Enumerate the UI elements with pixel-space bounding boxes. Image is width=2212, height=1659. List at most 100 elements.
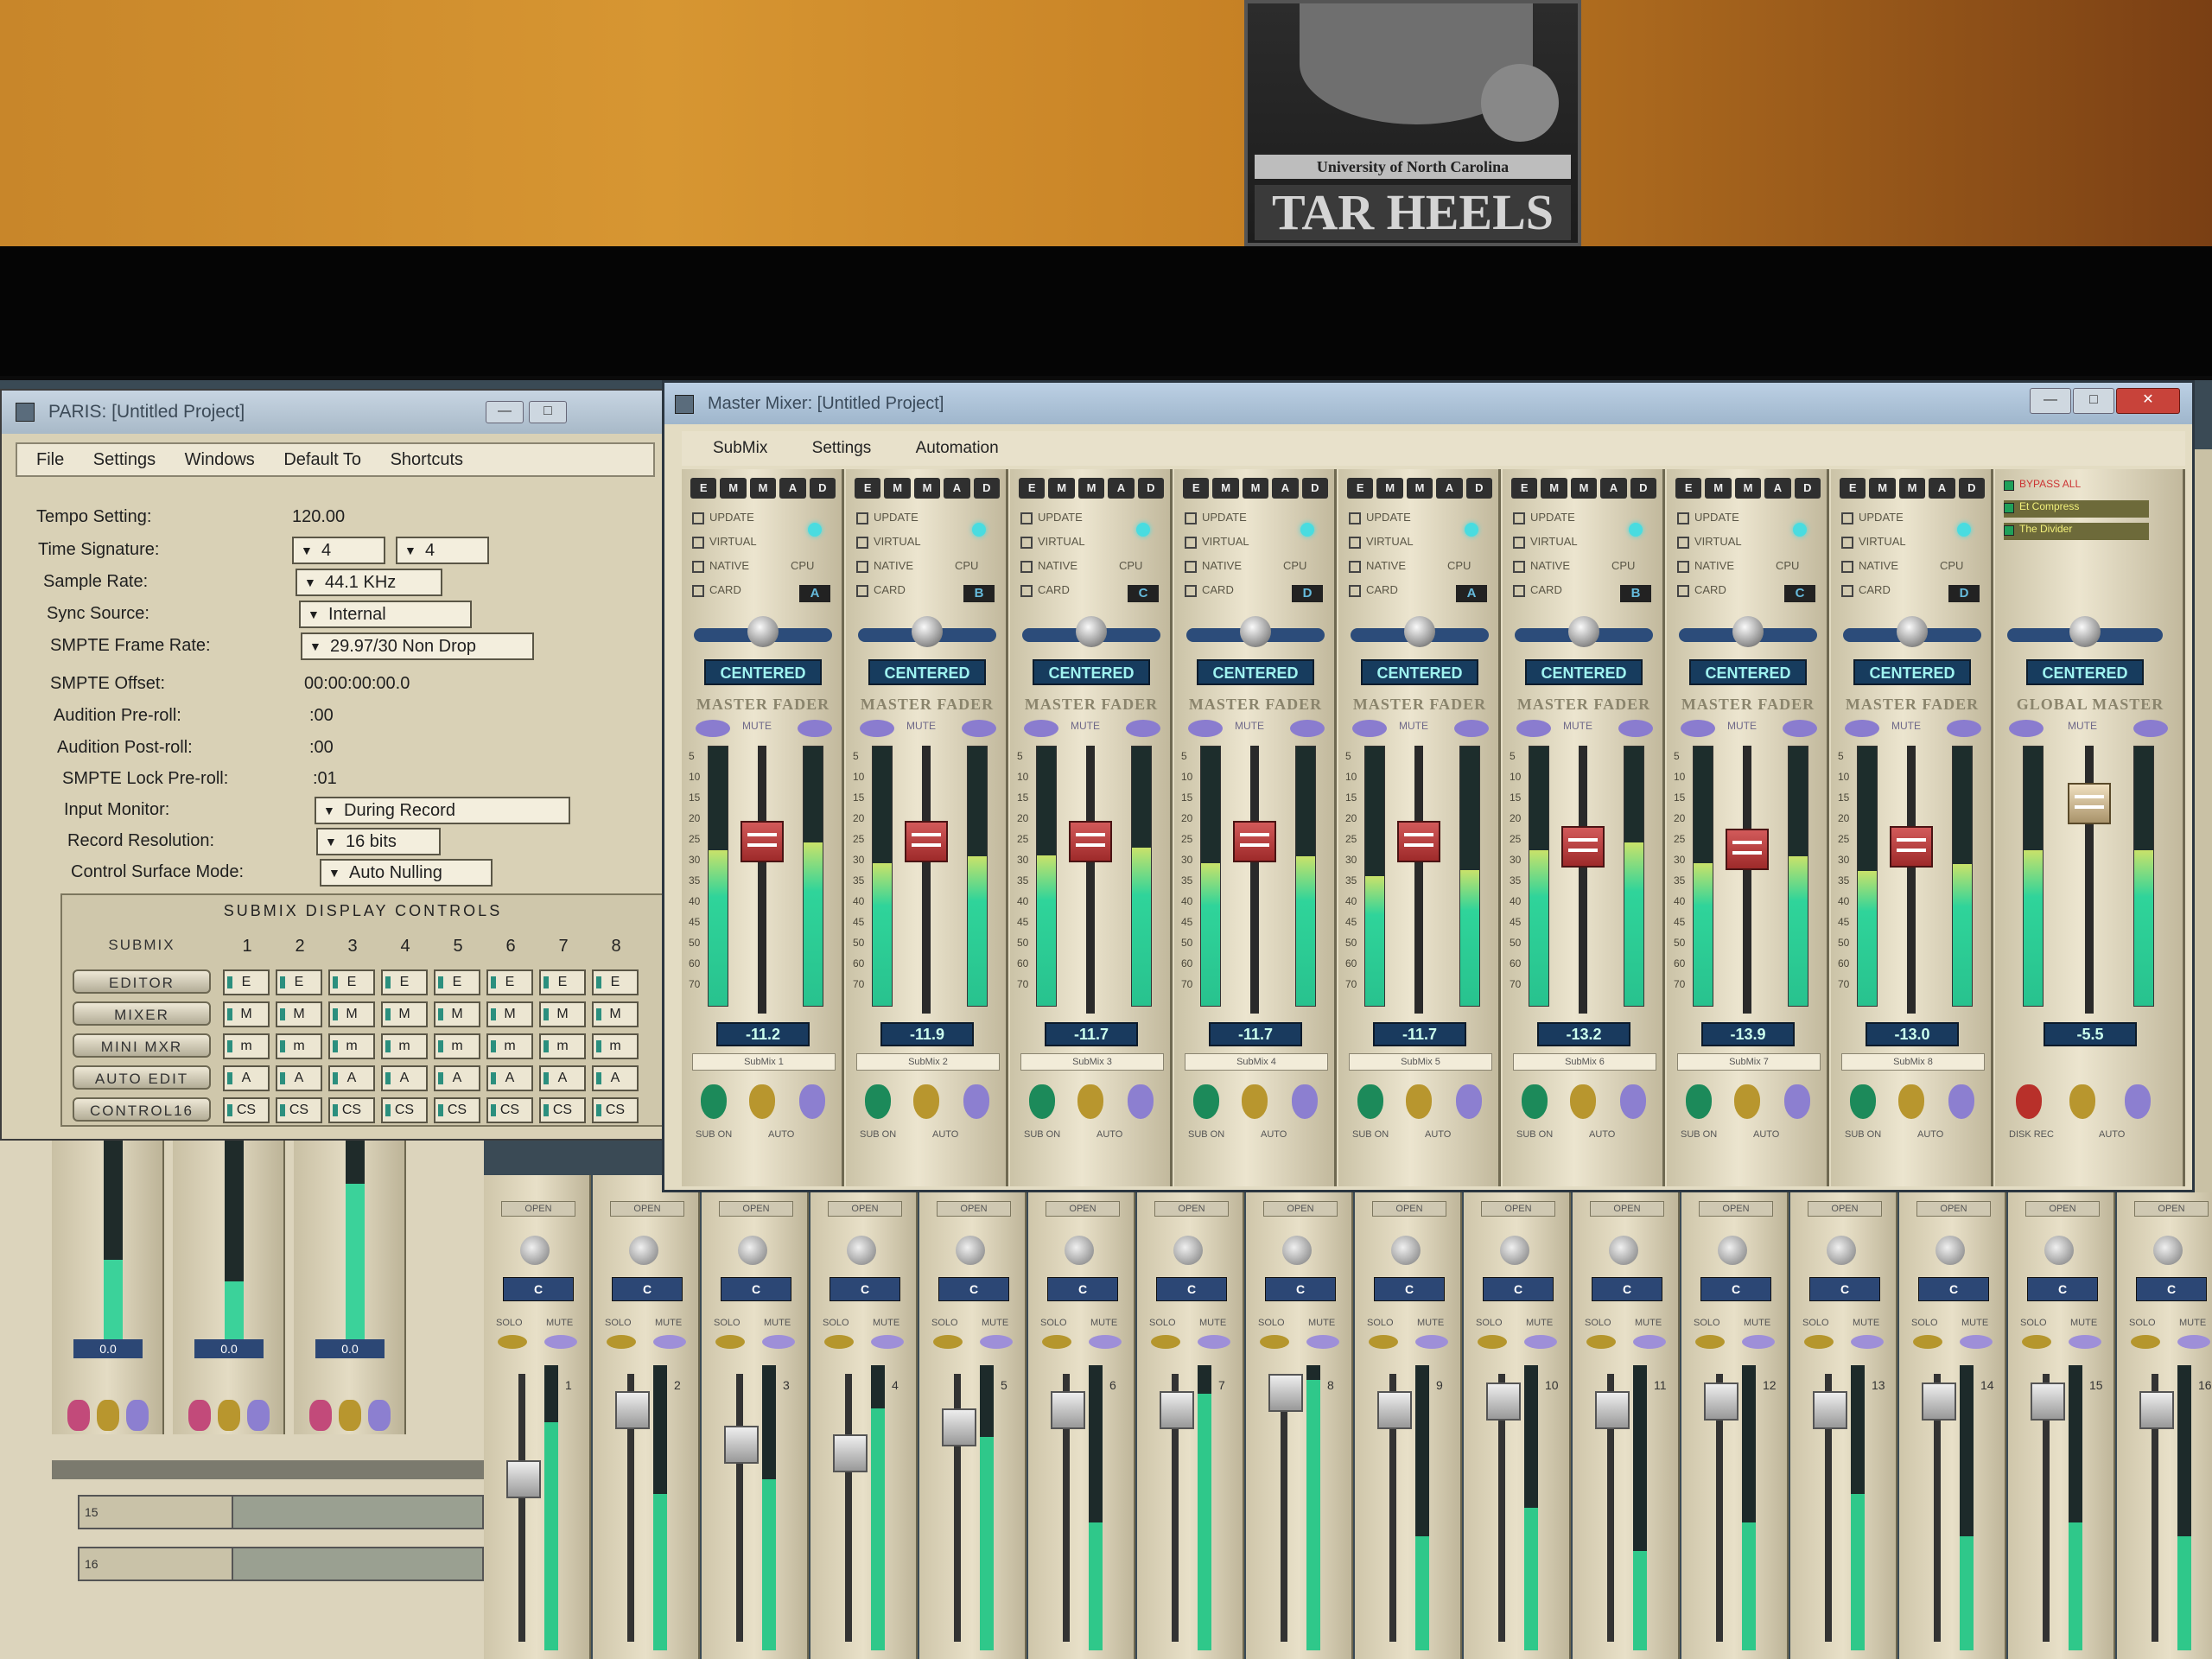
auto-knob-2[interactable] [1948,1084,1974,1119]
emmad-button[interactable]: M [1048,478,1075,499]
emmad-button[interactable]: A [1929,478,1955,499]
auto-knob-1[interactable] [913,1084,939,1119]
submix-row-mixer-button[interactable]: MIXER [73,1001,211,1026]
option-native-checkbox[interactable]: NATIVE [1513,559,1570,573]
fader-track[interactable] [1743,746,1751,1014]
mute-button-left[interactable] [1845,720,1879,737]
option-card-checkbox[interactable]: CARD [1349,583,1398,597]
solo-button[interactable] [1151,1335,1180,1349]
fader-track[interactable] [845,1374,852,1642]
solo-button[interactable] [933,1335,963,1349]
emmad-button[interactable]: M [1898,478,1926,499]
solo-knob[interactable] [339,1400,361,1431]
paris-titlebar[interactable]: PARIS: [Untitled Project] — □ [2,391,681,434]
mute-button[interactable] [544,1335,577,1349]
open-button[interactable]: OPEN [1263,1201,1338,1217]
submix-toggle[interactable]: M [434,1001,480,1027]
rec-knob[interactable] [309,1400,332,1431]
fader-handle[interactable] [1233,820,1276,862]
submix-toggle[interactable]: CS [434,1097,480,1123]
emmad-button[interactable]: M [1705,478,1732,499]
mute-button[interactable] [1415,1335,1448,1349]
global-list-item[interactable]: BYPASS ALL [2004,478,2149,495]
submix-toggle[interactable]: A [486,1065,533,1091]
option-card-checkbox[interactable]: CARD [1185,583,1234,597]
submix-toggle[interactable]: m [592,1033,639,1059]
mute-knob[interactable] [247,1400,270,1431]
emmad-button[interactable]: A [944,478,970,499]
option-native-checkbox[interactable]: NATIVE [1677,559,1734,573]
mute-button[interactable] [1198,1335,1230,1349]
menu-file[interactable]: File [36,450,64,469]
maximize-button[interactable]: □ [529,401,567,423]
mute-knob[interactable] [368,1400,391,1431]
mute-button-left[interactable] [1352,720,1387,737]
fader-handle[interactable] [905,820,948,862]
emmad-button[interactable]: D [1630,478,1657,499]
emmad-button[interactable]: A [779,478,806,499]
open-button[interactable]: OPEN [1916,1201,1991,1217]
pan-knob[interactable] [629,1236,658,1265]
open-button[interactable]: OPEN [501,1201,575,1217]
card-letter[interactable]: C [1128,585,1159,602]
setting-dropdown[interactable]: ▼ 29.97/30 Non Drop [301,632,534,660]
pan-knob[interactable] [1173,1236,1203,1265]
maximize-button[interactable]: □ [2073,388,2114,414]
disk-rec-knob[interactable] [2016,1084,2042,1119]
solo-button[interactable] [498,1335,527,1349]
option-virtual-checkbox[interactable]: VIRTUAL [856,535,921,549]
emmad-button[interactable]: M [720,478,747,499]
auto-knob-1[interactable] [749,1084,775,1119]
submix-toggle[interactable]: CS [381,1097,428,1123]
fader-handle[interactable] [2139,1391,2174,1429]
option-virtual-checkbox[interactable]: VIRTUAL [1841,535,1906,549]
option-native-checkbox[interactable]: NATIVE [1020,559,1077,573]
option-update-checkbox[interactable]: UPDATE [1677,511,1739,524]
option-virtual-checkbox[interactable]: VIRTUAL [1513,535,1578,549]
emmad-button[interactable]: E [690,478,717,499]
emmad-button[interactable]: D [973,478,1001,499]
option-native-checkbox[interactable]: NATIVE [856,559,913,573]
fader-track[interactable] [1414,746,1423,1014]
mute-button[interactable] [1851,1335,1884,1349]
pan-knob[interactable] [1391,1236,1421,1265]
fader-handle[interactable] [833,1434,868,1472]
option-update-checkbox[interactable]: UPDATE [1841,511,1904,524]
fader-handle[interactable] [1922,1382,1956,1421]
track-header[interactable]: 15 [78,1495,233,1529]
pan-knob[interactable] [1568,616,1599,647]
pan-knob[interactable] [1827,1236,1856,1265]
auto-knob-1[interactable] [2069,1084,2095,1119]
open-button[interactable]: OPEN [1699,1201,1773,1217]
menu-shortcuts[interactable]: Shortcuts [391,450,463,469]
submix-toggle[interactable]: A [381,1065,428,1091]
global-list-item[interactable]: Et Compress [2004,500,2149,518]
pan-knob[interactable] [912,616,943,647]
submix-toggle[interactable]: m [328,1033,375,1059]
option-card-checkbox[interactable]: CARD [1677,583,1726,597]
open-button[interactable]: OPEN [937,1201,1011,1217]
solo-button[interactable] [1804,1335,1834,1349]
emmad-button[interactable]: D [1137,478,1165,499]
sub-on-knob[interactable] [701,1084,727,1119]
mute-button[interactable] [1633,1335,1666,1349]
emmad-button[interactable]: A [1272,478,1299,499]
pan-knob[interactable] [747,616,779,647]
submix-toggle[interactable]: A [539,1065,586,1091]
emmad-button[interactable]: M [1376,478,1403,499]
submix-toggle[interactable]: M [223,1001,270,1027]
time-signature-denominator-dropdown[interactable]: ▼ 4 [396,537,489,564]
emmad-button[interactable]: M [1077,478,1105,499]
submix-row-mini-mxr-button[interactable]: MINI MXR [73,1033,211,1058]
setting-dropdown[interactable]: ▼ Internal [299,601,472,628]
emmad-button[interactable]: E [1675,478,1702,499]
pan-knob[interactable] [1732,616,1764,647]
sub-on-knob[interactable] [1850,1084,1876,1119]
fader-handle[interactable] [724,1426,759,1464]
submix-toggle[interactable]: M [592,1001,639,1027]
auto-knob-2[interactable] [1456,1084,1482,1119]
submix-toggle[interactable]: m [486,1033,533,1059]
option-card-checkbox[interactable]: CARD [1841,583,1891,597]
open-button[interactable]: OPEN [1154,1201,1229,1217]
pan-knob[interactable] [1500,1236,1529,1265]
